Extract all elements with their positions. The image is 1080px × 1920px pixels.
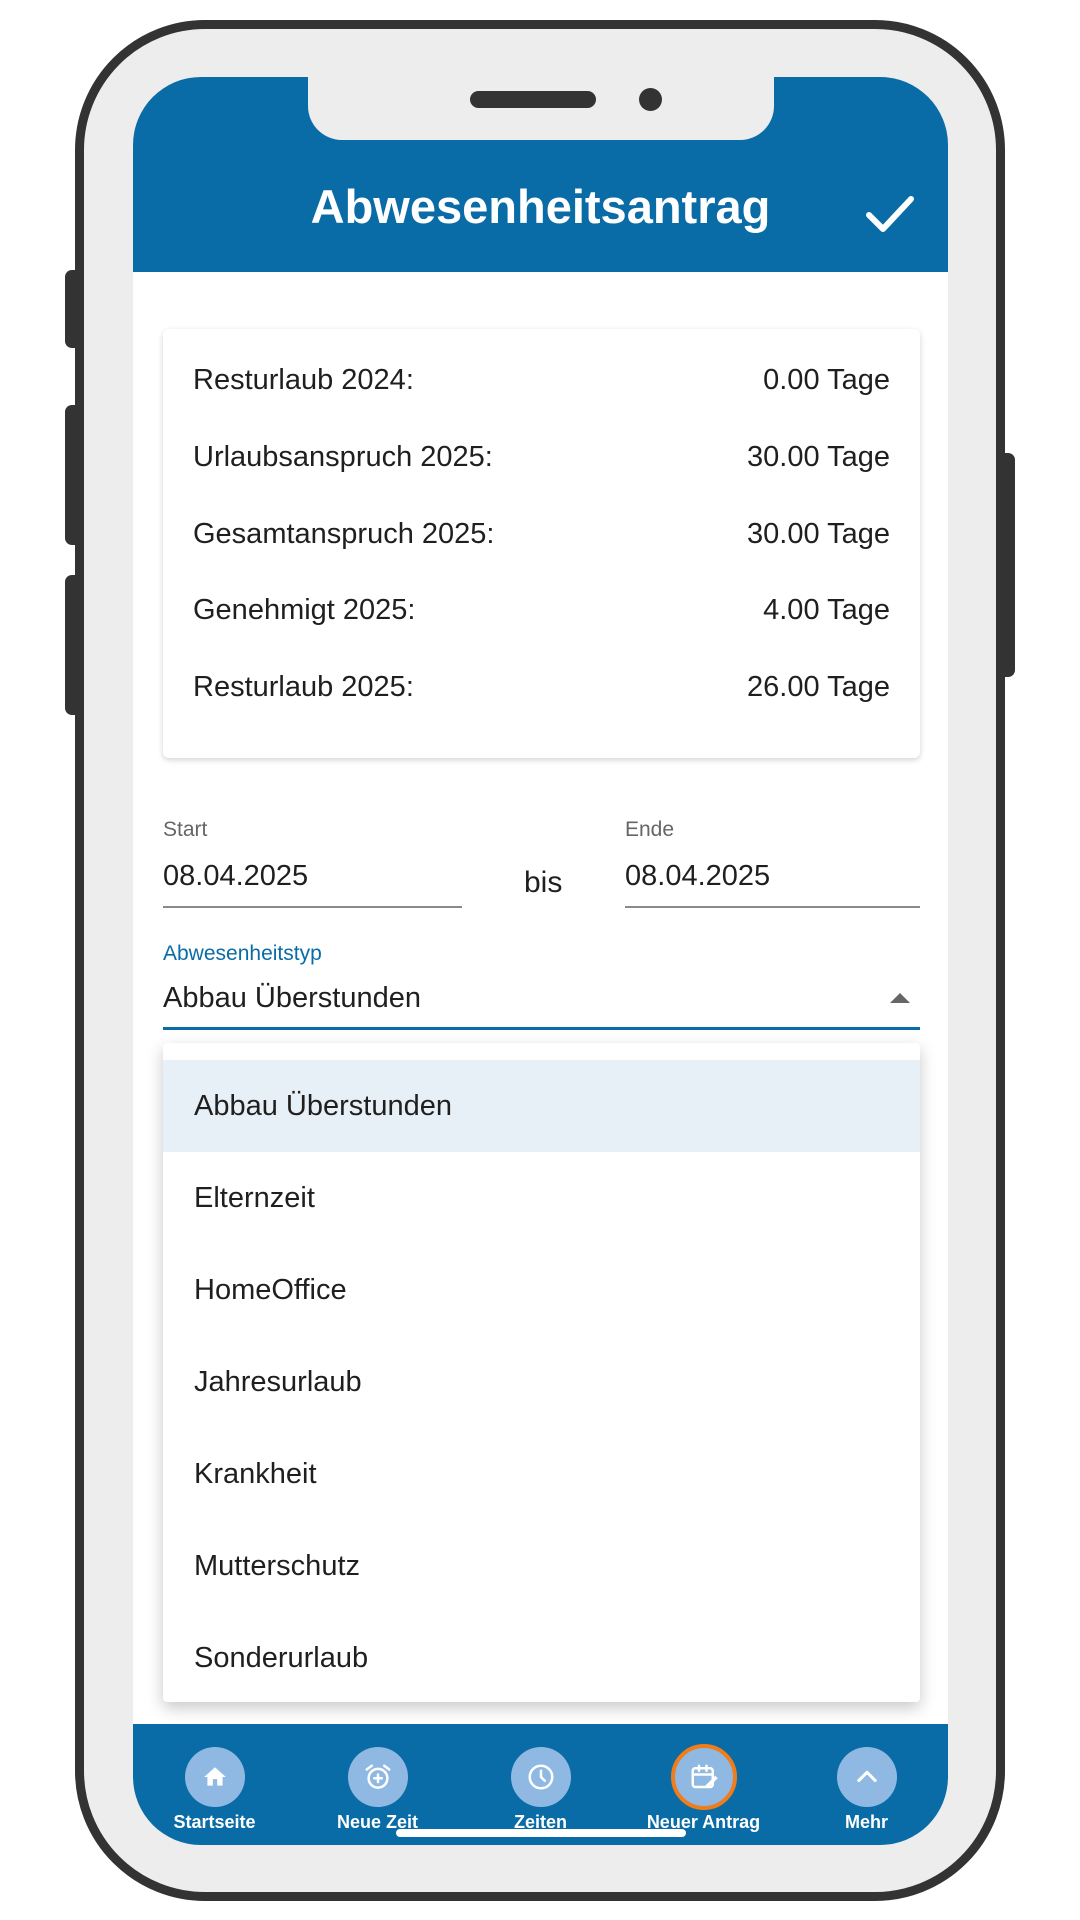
front-camera — [639, 88, 662, 111]
tab-zeiten[interactable]: Zeiten — [459, 1724, 622, 1845]
caret-up-icon[interactable] — [890, 993, 910, 1003]
check-icon[interactable] — [866, 194, 914, 234]
dropdown-option[interactable]: Abbau Überstunden — [163, 1060, 920, 1152]
summary-label: Urlaubsanspruch 2025: — [193, 441, 493, 473]
summary-row: Gesamtanspruch 2025: 30.00 Tage — [193, 514, 890, 554]
dropdown-option[interactable]: HomeOffice — [163, 1244, 920, 1336]
alarm-add-icon — [365, 1764, 390, 1789]
app-header: Abwesenheitsantrag — [133, 77, 948, 272]
notch — [308, 77, 774, 140]
tab-startseite[interactable]: Startseite — [133, 1724, 296, 1845]
tab-icon-circle-active — [670, 1744, 737, 1810]
calendar-edit-icon — [691, 1764, 718, 1789]
summary-value: 26.00 Tage — [747, 671, 890, 703]
tab-label: Mehr — [844, 1812, 888, 1832]
volume-up-button — [65, 405, 79, 545]
option-label: Krankheit — [194, 1458, 317, 1490]
absence-type-underline — [163, 1027, 920, 1030]
option-label: Mutterschutz — [194, 1550, 360, 1582]
end-date-underline — [625, 906, 920, 908]
summary-row: Urlaubsanspruch 2025: 30.00 Tage — [193, 437, 890, 477]
tab-label: Startseite — [173, 1812, 256, 1832]
tab-icon-circle — [347, 1747, 408, 1807]
start-date-underline — [163, 906, 462, 908]
home-indicator[interactable] — [396, 1829, 686, 1837]
summary-row: Genehmigt 2025: 4.00 Tage — [193, 590, 890, 630]
option-label: Elternzeit — [194, 1182, 315, 1214]
mute-switch — [65, 270, 79, 348]
option-label: Jahresurlaub — [194, 1366, 362, 1398]
chevron-up-icon — [856, 1770, 877, 1783]
summary-value: 0.00 Tage — [763, 364, 890, 396]
volume-down-button — [65, 575, 79, 715]
option-label: Sonderurlaub — [194, 1642, 369, 1674]
absence-type-dropdown: Abbau Überstunden Elternzeit HomeOffice … — [163, 1043, 920, 1702]
speaker — [470, 91, 596, 108]
end-date-field[interactable]: 08.04.2025 — [625, 860, 770, 893]
tab-icon-circle — [510, 1747, 571, 1807]
tab-icon-circle — [184, 1747, 245, 1807]
dropdown-option[interactable]: Elternzeit — [163, 1152, 920, 1244]
start-date-label: Start — [163, 818, 208, 841]
tab-neuer-antrag[interactable]: Neuer Antrag — [622, 1724, 785, 1845]
power-button — [1001, 453, 1015, 677]
home-icon — [203, 1767, 226, 1786]
page-title: Abwesenheitsantrag — [310, 180, 771, 233]
absence-type-label: Abwesenheitstyp — [163, 942, 322, 965]
summary-row: Resturlaub 2024: 0.00 Tage — [193, 360, 890, 400]
tab-icon-circle — [836, 1747, 897, 1807]
option-label: HomeOffice — [194, 1274, 347, 1306]
dropdown-option[interactable]: Krankheit — [163, 1428, 920, 1520]
bottom-tab-bar: Startseite Neue Zeit Zeiten Neuer Antrag… — [133, 1724, 948, 1845]
summary-value: 30.00 Tage — [747, 518, 890, 550]
absence-type-select[interactable]: Abbau Überstunden — [163, 982, 421, 1015]
summary-row: Resturlaub 2025: 26.00 Tage — [193, 667, 890, 707]
summary-label: Resturlaub 2024: — [193, 364, 414, 396]
summary-value: 4.00 Tage — [763, 594, 890, 626]
summary-label: Resturlaub 2025: — [193, 671, 414, 703]
dropdown-option[interactable]: Mutterschutz — [163, 1520, 920, 1612]
vacation-summary-card: Resturlaub 2024: 0.00 Tage Urlaubsanspru… — [163, 329, 920, 758]
clock-icon — [528, 1764, 553, 1790]
tab-neue-zeit[interactable]: Neue Zeit — [296, 1724, 459, 1845]
end-date-label: Ende — [625, 818, 675, 841]
start-date-field[interactable]: 08.04.2025 — [163, 860, 308, 893]
dropdown-option[interactable]: Jahresurlaub — [163, 1336, 920, 1428]
summary-value: 30.00 Tage — [747, 441, 890, 473]
dropdown-option[interactable]: Sonderurlaub — [163, 1612, 920, 1702]
screen: Abwesenheitsantrag Resturlaub 2024: 0.00… — [133, 77, 948, 1845]
option-label: Abbau Überstunden — [194, 1090, 452, 1122]
date-separator: bis — [524, 866, 563, 899]
summary-label: Genehmigt 2025: — [193, 594, 416, 626]
summary-label: Gesamtanspruch 2025: — [193, 518, 495, 550]
tab-mehr[interactable]: Mehr — [785, 1724, 948, 1845]
